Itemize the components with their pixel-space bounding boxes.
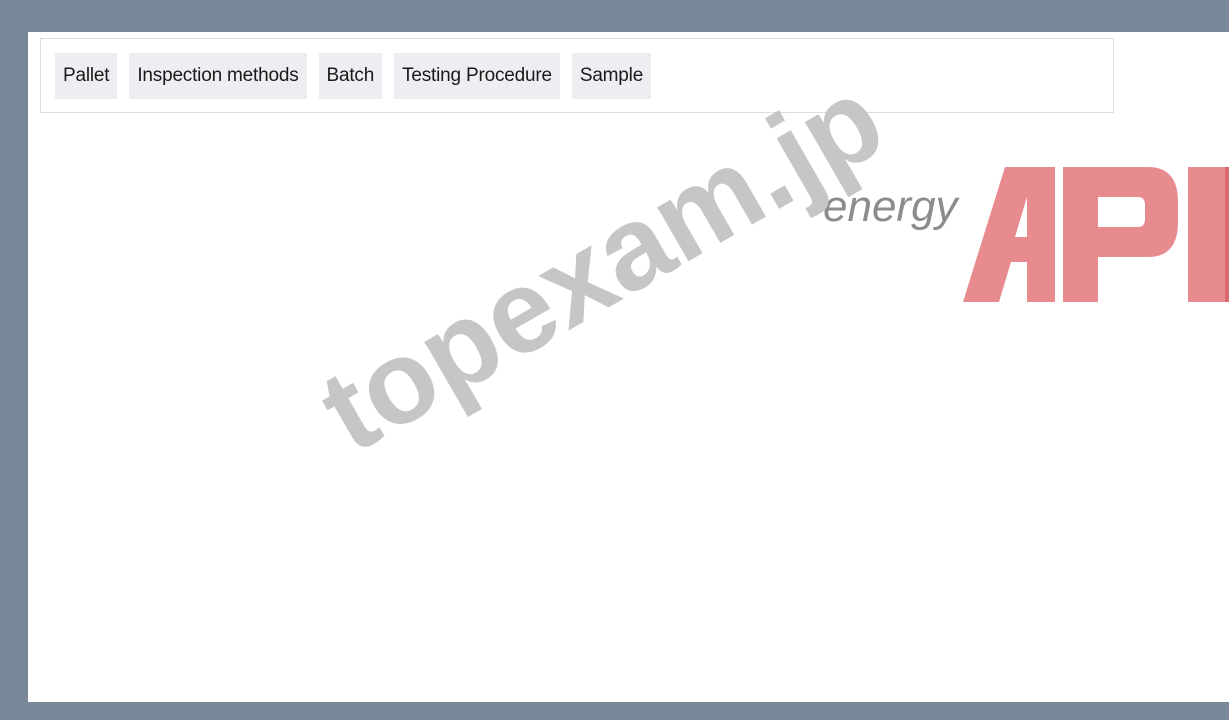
watermark-text: topexam.jp <box>299 52 905 479</box>
logo-word: energy <box>823 182 958 231</box>
api-logo-mark-icon <box>963 167 1229 302</box>
option-bar: Pallet Inspection methods Batch Testing … <box>40 38 1114 113</box>
option-inspection-methods[interactable]: Inspection methods <box>129 52 307 99</box>
content-area: Pallet Inspection methods Batch Testing … <box>28 32 1229 702</box>
option-batch[interactable]: Batch <box>318 52 383 99</box>
option-pallet[interactable]: Pallet <box>55 52 118 99</box>
option-testing-procedure[interactable]: Testing Procedure <box>394 52 560 99</box>
option-sample[interactable]: Sample <box>571 52 652 99</box>
api-energy-logo: energy <box>823 162 1229 307</box>
